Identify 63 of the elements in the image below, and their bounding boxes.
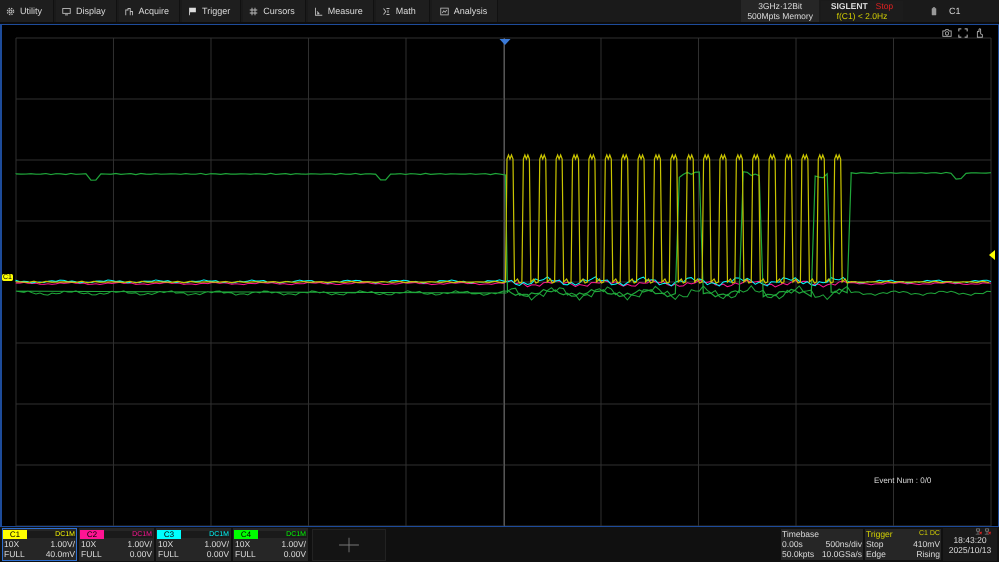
trigger-mode: Stop bbox=[866, 539, 884, 549]
points-text: 50.0kpts bbox=[782, 549, 814, 559]
sample-rate-text: 10.0GSa/s bbox=[822, 549, 862, 559]
trigger-slope: Rising bbox=[916, 549, 940, 559]
menu-item[interactable]: Math bbox=[376, 0, 430, 22]
bandwidth-text: FULL bbox=[235, 549, 256, 559]
probe-text: 10X bbox=[158, 539, 174, 549]
channel-label: C3 bbox=[157, 530, 181, 538]
scale-text: 1.00V/ bbox=[281, 539, 306, 549]
trigger-title: Trigger bbox=[866, 529, 893, 539]
scale-text: 1.00V/ bbox=[50, 539, 75, 549]
frequency-readout: f(C1) < 2.0Hz bbox=[836, 11, 888, 21]
ruler-icon bbox=[314, 6, 323, 16]
hand-icon[interactable] bbox=[974, 28, 984, 38]
timescale-text: 500ns/div bbox=[826, 539, 862, 549]
menu-item[interactable]: Trigger bbox=[182, 0, 242, 22]
network-disconnected-icon bbox=[975, 528, 993, 535]
offset-text: 0.00V bbox=[130, 549, 152, 559]
bandwidth-text: FULL bbox=[81, 549, 102, 559]
clock-time: 18:43:20 bbox=[953, 535, 987, 545]
flag-icon bbox=[188, 6, 198, 16]
probe-text: 10X bbox=[235, 539, 250, 549]
brand-label: SIGLENT bbox=[830, 1, 868, 11]
menu-item[interactable]: Analysis bbox=[432, 0, 498, 22]
scale-text: 1.00V/ bbox=[204, 539, 229, 549]
memory-text: 500Mpts Memory bbox=[747, 11, 813, 21]
trigger-type: Edge bbox=[866, 549, 886, 559]
menu-item[interactable]: Measure bbox=[308, 0, 374, 22]
grid-hash-icon bbox=[249, 6, 258, 16]
event-number: Event Num : 0/0 bbox=[874, 476, 932, 485]
probe-text: 10X bbox=[81, 539, 96, 549]
camera-icon[interactable] bbox=[942, 28, 952, 38]
channel-label: C2 bbox=[80, 530, 104, 538]
menu-item[interactable]: Cursors bbox=[243, 0, 306, 22]
offset-text: 0.00V bbox=[206, 549, 229, 559]
battery-icon bbox=[931, 6, 937, 16]
menu-item[interactable]: Acquire bbox=[118, 0, 180, 22]
probe-text: 10X bbox=[4, 539, 20, 549]
spec-text: 3GHz·12Bit bbox=[758, 1, 802, 11]
clock-date: 2025/10/13 bbox=[948, 545, 992, 555]
delay-text: 0.00s bbox=[782, 539, 803, 549]
channel-label: C1 bbox=[3, 530, 27, 538]
chart-icon bbox=[440, 6, 449, 16]
channel-label: C4 bbox=[234, 530, 258, 538]
math-icon bbox=[382, 6, 391, 16]
timebase-panel[interactable]: Timebase 0.00s 500ns/div 50.0kpts 10.0GSa/s bbox=[781, 529, 863, 560]
monitor-icon bbox=[62, 6, 71, 16]
waveform-icon bbox=[124, 6, 134, 16]
offset-text: 40.0mV bbox=[46, 549, 75, 559]
menu-item[interactable]: Display bbox=[56, 0, 117, 22]
run-state[interactable]: Stop bbox=[876, 1, 894, 11]
scale-text: 1.00V/ bbox=[127, 539, 152, 549]
offset-text: 0.00V bbox=[284, 549, 306, 559]
gear-icon bbox=[6, 6, 15, 16]
active-channel[interactable]: C1 bbox=[949, 6, 999, 16]
timebase-title: Timebase bbox=[781, 529, 820, 539]
trigger-level-marker[interactable] bbox=[989, 250, 995, 260]
trigger-position-marker[interactable] bbox=[500, 39, 510, 45]
fullscreen-icon[interactable] bbox=[958, 28, 968, 38]
trigger-level: 410mV bbox=[913, 539, 940, 549]
bandwidth-text: FULL bbox=[4, 549, 25, 559]
menu-item[interactable]: Utility bbox=[0, 0, 54, 22]
bandwidth-text: FULL bbox=[158, 549, 179, 559]
